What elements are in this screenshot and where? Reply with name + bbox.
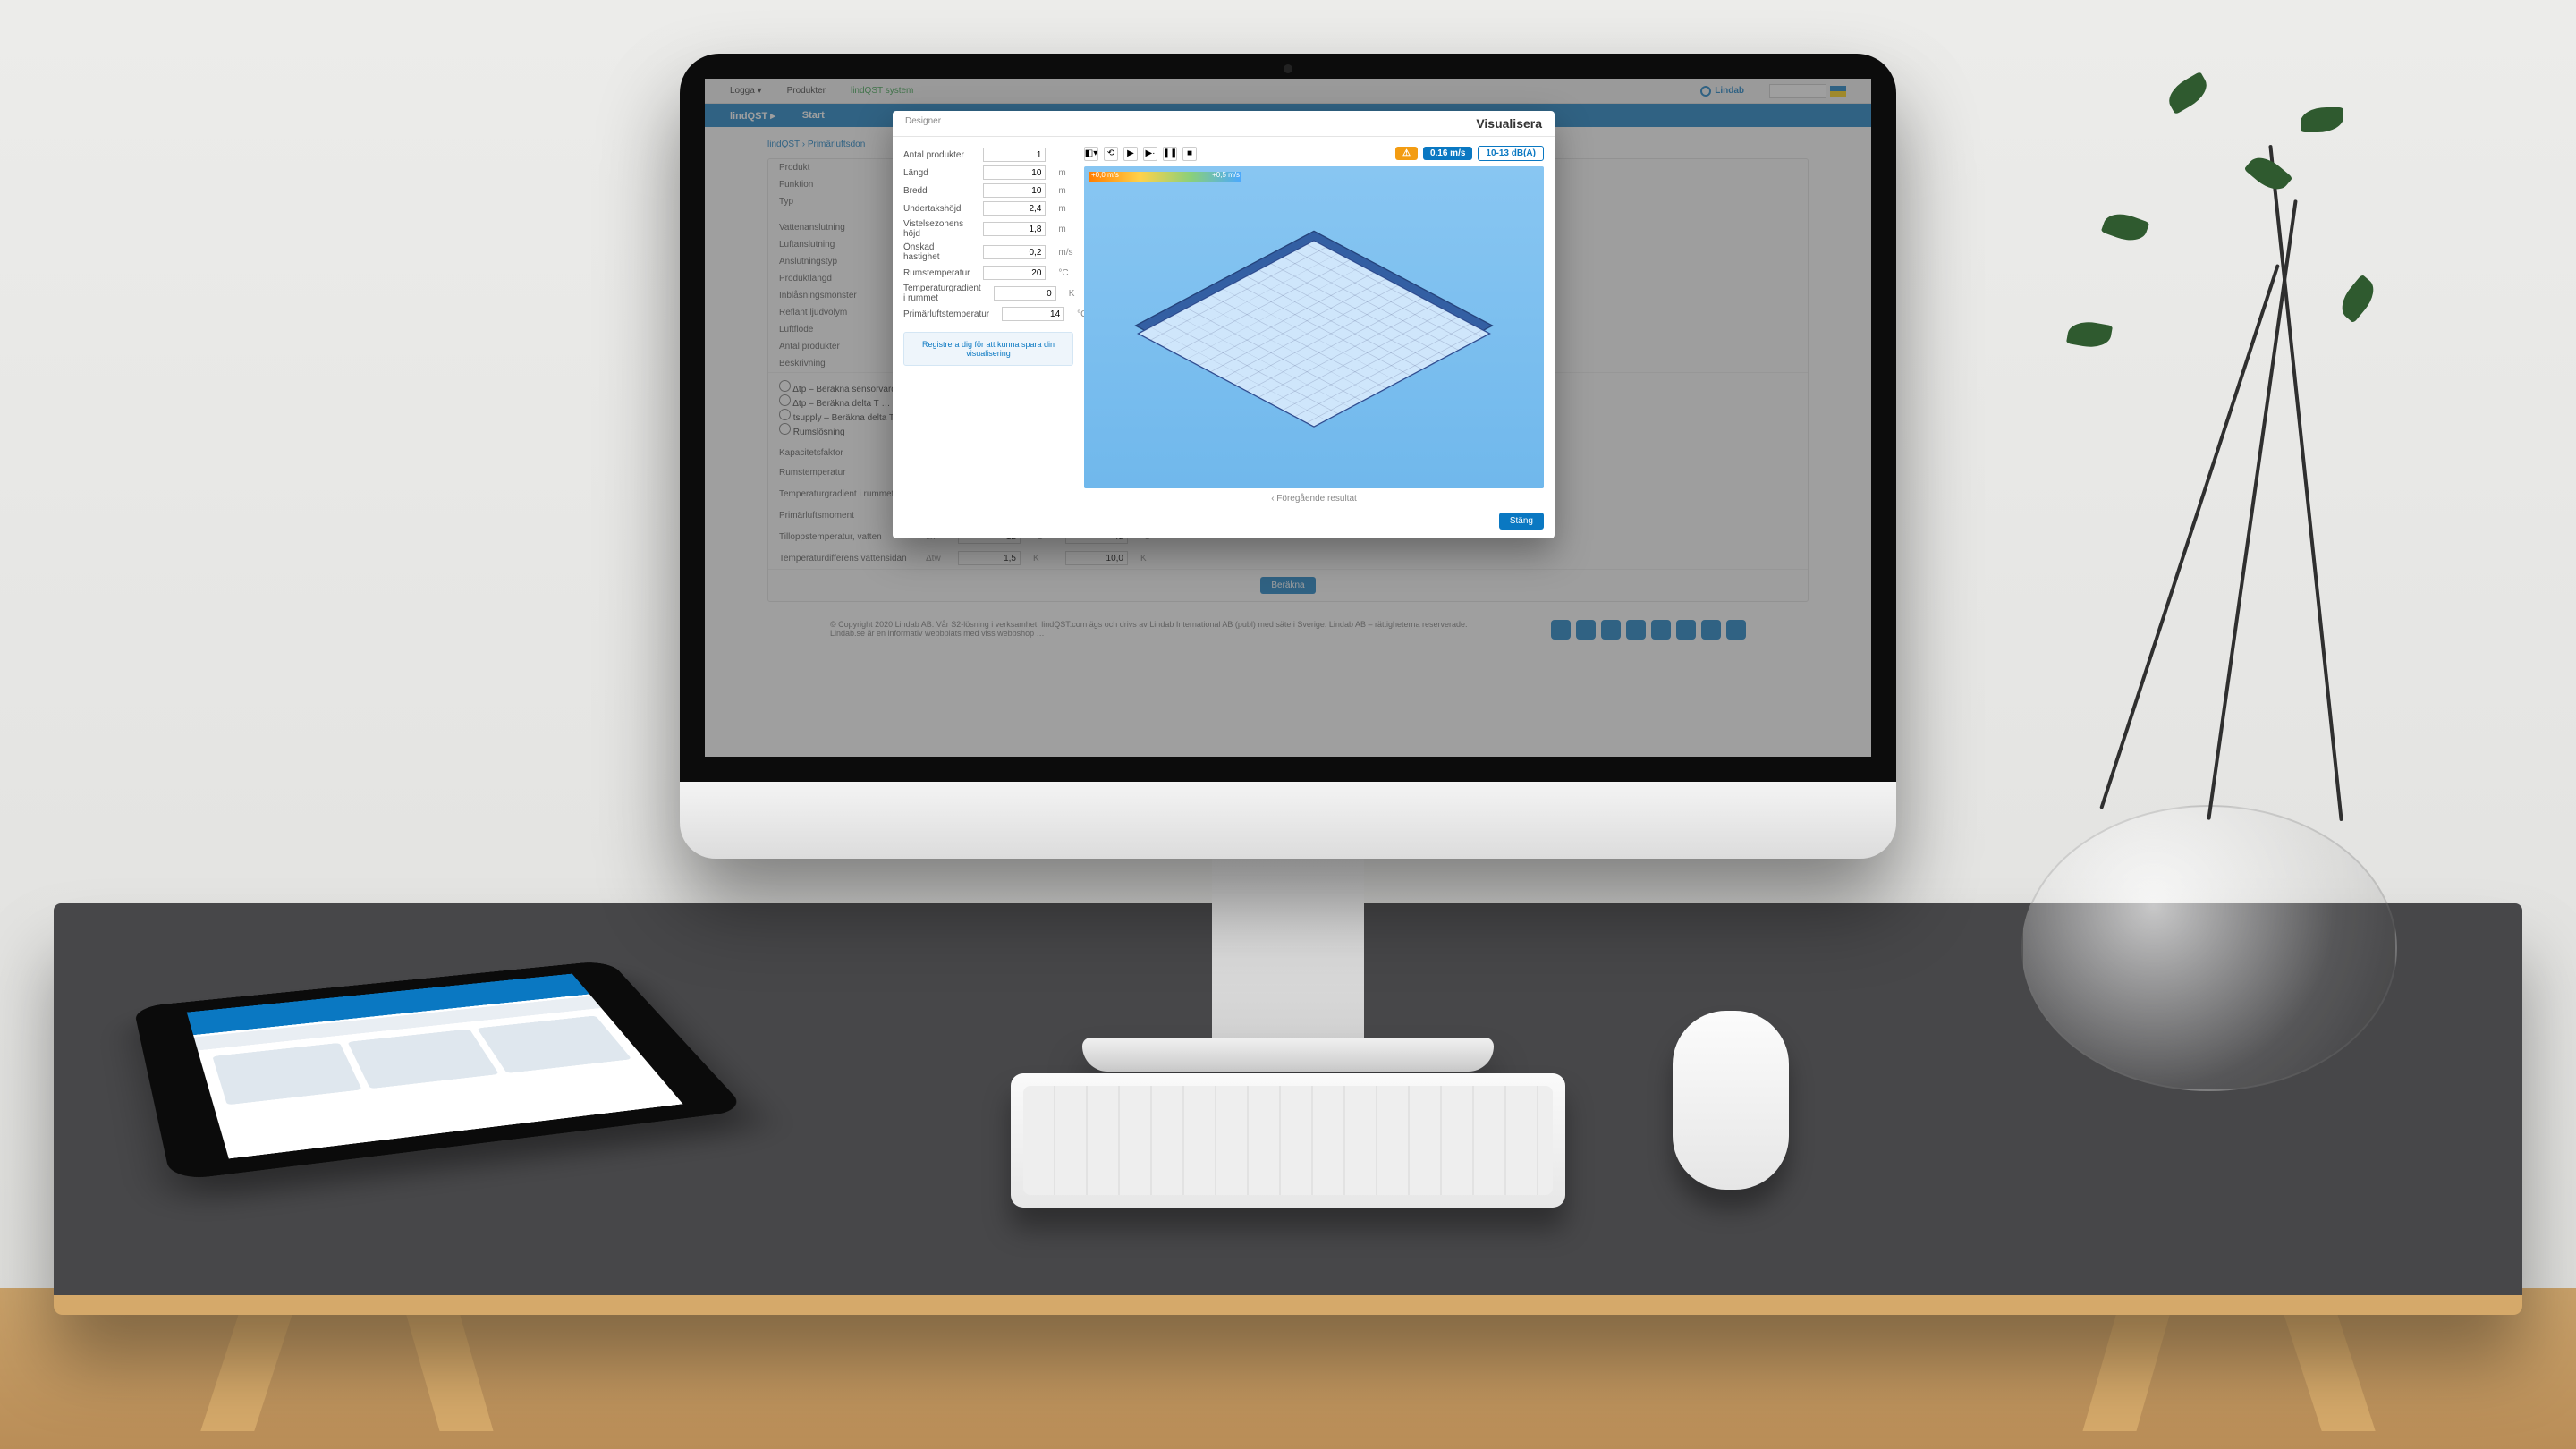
f-label: Temperaturgradient i rummet: [903, 284, 981, 303]
view-cube-icon[interactable]: ◧▾: [1084, 147, 1098, 161]
monitor-foot: [1082, 1038, 1494, 1072]
tab-visualise[interactable]: Visualisera: [1463, 111, 1555, 136]
register-hint: Registrera dig för att kunna spara din v…: [903, 332, 1073, 366]
f-input[interactable]: [983, 183, 1046, 198]
unit: m: [1058, 225, 1073, 234]
unit: K: [1069, 289, 1075, 299]
play-icon[interactable]: ▶: [1123, 147, 1138, 161]
color-scale: +0,0 m/s +0,5 m/s: [1089, 172, 1241, 182]
f-label: Bredd: [903, 186, 970, 196]
pause-icon[interactable]: ❚❚: [1163, 147, 1177, 161]
f-label: Undertakshöjd: [903, 204, 970, 214]
pill-db: 10-13 dB(A): [1478, 146, 1544, 161]
monitor-stand: [1212, 848, 1364, 1054]
status-warn-icon: ⚠: [1395, 147, 1418, 160]
prev-result[interactable]: ‹ Föregående resultat: [1084, 494, 1544, 504]
unit: m: [1058, 168, 1073, 178]
f-label: Längd: [903, 168, 970, 178]
keyboard: [1011, 1073, 1565, 1208]
viz-panel: ◧▾ ⟲ ▶ ▶· ❚❚ ■ ⚠ 0.16 m/s 10-13 dB(A) +0…: [1084, 146, 1544, 504]
f-label: Antal produkter: [903, 150, 970, 160]
unit: m/s: [1058, 248, 1073, 258]
vase: [2021, 805, 2397, 1091]
f-input[interactable]: [983, 148, 1046, 162]
f-label: Rumstemperatur: [903, 268, 970, 278]
tab-designer[interactable]: Designer: [893, 111, 953, 136]
pill-speed: 0.16 m/s: [1423, 147, 1472, 160]
room-3d[interactable]: [1137, 240, 1491, 428]
scale-hi: +0,5 m/s: [1212, 171, 1240, 179]
scale-lo: +0,0 m/s: [1091, 171, 1119, 179]
modal-sidebar: Antal produkter Längd m Bredd m Undertaksh…: [903, 146, 1073, 504]
stop-icon[interactable]: ■: [1182, 147, 1197, 161]
f-input[interactable]: [983, 165, 1046, 180]
restart-icon[interactable]: ⟲: [1104, 147, 1118, 161]
f-label: Vistelsezonens höjd: [903, 219, 970, 239]
f-input[interactable]: [994, 286, 1056, 301]
unit: m: [1058, 186, 1073, 196]
unit: m: [1058, 204, 1073, 214]
f-input[interactable]: [1002, 307, 1064, 321]
unit: °C: [1058, 268, 1073, 278]
f-label: Primärluftstemperatur: [903, 309, 989, 319]
f-input[interactable]: [983, 266, 1046, 280]
f-label: Önskad hastighet: [903, 242, 970, 262]
visualise-modal: Designer Visualisera Antal produkter Län…: [893, 111, 1555, 538]
mouse: [1673, 1011, 1789, 1190]
f-input[interactable]: [983, 245, 1046, 259]
f-input[interactable]: [983, 201, 1046, 216]
close-button[interactable]: Stäng: [1499, 513, 1544, 530]
play-dot-icon[interactable]: ▶·: [1143, 147, 1157, 161]
viz-canvas[interactable]: +0,0 m/s +0,5 m/s: [1084, 166, 1544, 488]
f-input[interactable]: [983, 222, 1046, 236]
monitor: Logga ▾ Produkter lindQST system Lindab …: [680, 54, 1896, 859]
